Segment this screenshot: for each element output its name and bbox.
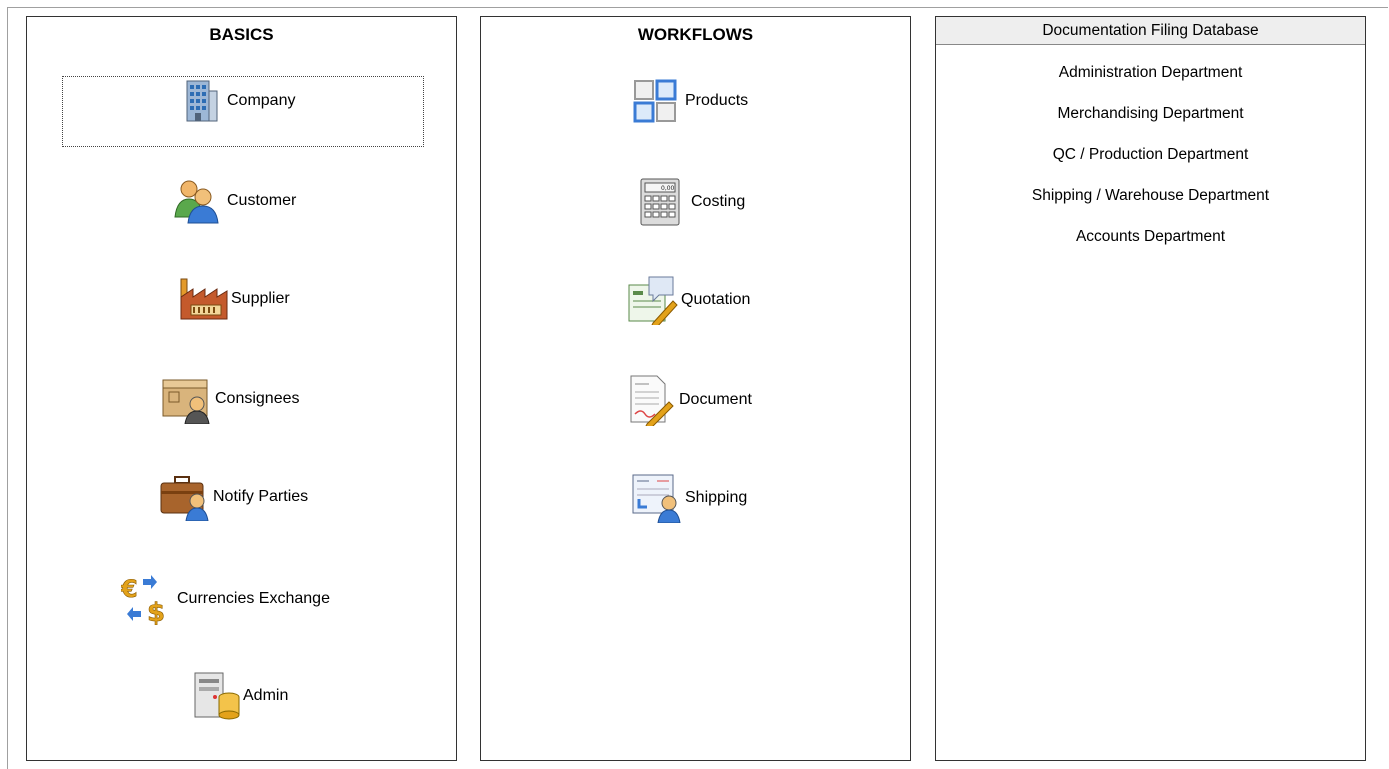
company-label: Company <box>227 92 296 109</box>
quotation-button[interactable]: Quotation <box>627 275 750 325</box>
shipping-label: Shipping <box>685 489 748 506</box>
factory-icon <box>177 275 229 323</box>
supplier-label: Supplier <box>231 290 290 307</box>
dept-administration-link[interactable]: Administration Department <box>936 52 1365 93</box>
supplier-button[interactable]: Supplier <box>177 275 290 323</box>
calculator-icon: 0,00 <box>639 177 685 227</box>
admin-button[interactable]: Admin <box>193 671 288 721</box>
workflows-title: WORKFLOWS <box>637 25 754 44</box>
consignees-label: Consignees <box>215 390 300 407</box>
currency-exchange-icon: € $ <box>121 573 175 625</box>
documentation-panel: Documentation Filing Database Administra… <box>935 16 1366 761</box>
costing-button[interactable]: 0,00 Costing <box>639 177 745 227</box>
notify-parties-label: Notify Parties <box>213 488 309 505</box>
documentation-title: Documentation Filing Database <box>936 17 1365 45</box>
products-label: Products <box>685 92 749 109</box>
box-person-icon <box>161 374 213 424</box>
quotation-label: Quotation <box>681 291 751 308</box>
workflows-panel: WORKFLOWS Products 0,00 Costing Quotatio… <box>480 16 911 761</box>
basics-title: BASICS <box>209 25 274 44</box>
document-label: Document <box>679 391 752 408</box>
svg-text:0,00: 0,00 <box>661 185 675 192</box>
costing-label: Costing <box>691 193 746 210</box>
company-button[interactable]: Company <box>177 77 295 125</box>
dept-accounts-link[interactable]: Accounts Department <box>936 216 1365 257</box>
server-database-icon <box>193 671 241 721</box>
dept-merchandising-link[interactable]: Merchandising Department <box>936 93 1365 134</box>
svg-text:$: $ <box>147 598 165 625</box>
document-pen-icon <box>627 374 677 426</box>
dept-qc-production-link[interactable]: QC / Production Department <box>936 134 1365 175</box>
svg-text:€: € <box>121 575 138 603</box>
dept-shipping-warehouse-link[interactable]: Shipping / Warehouse Department <box>936 175 1365 216</box>
office-building-icon <box>177 77 225 125</box>
customer-button[interactable]: Customer <box>173 177 296 225</box>
products-button[interactable]: Products <box>631 77 748 125</box>
department-list: Administration Department Merchandising … <box>936 45 1365 257</box>
document-button[interactable]: Document <box>627 374 752 426</box>
grid-squares-icon <box>631 77 683 125</box>
shipping-button[interactable]: Shipping <box>631 473 747 523</box>
invoice-person-icon <box>631 473 683 523</box>
users-icon <box>173 177 225 225</box>
currencies-exchange-button[interactable]: € $ Currencies Exchange <box>121 573 330 625</box>
basics-panel: BASICS Company Customer Supplier Consign… <box>26 16 457 761</box>
currencies-exchange-label: Currencies Exchange <box>177 590 330 607</box>
notify-parties-button[interactable]: Notify Parties <box>159 473 308 521</box>
briefcase-person-icon <box>159 473 211 521</box>
admin-label: Admin <box>243 687 289 704</box>
quotation-pen-icon <box>627 275 679 325</box>
consignees-button[interactable]: Consignees <box>161 374 300 424</box>
customer-label: Customer <box>227 192 297 209</box>
